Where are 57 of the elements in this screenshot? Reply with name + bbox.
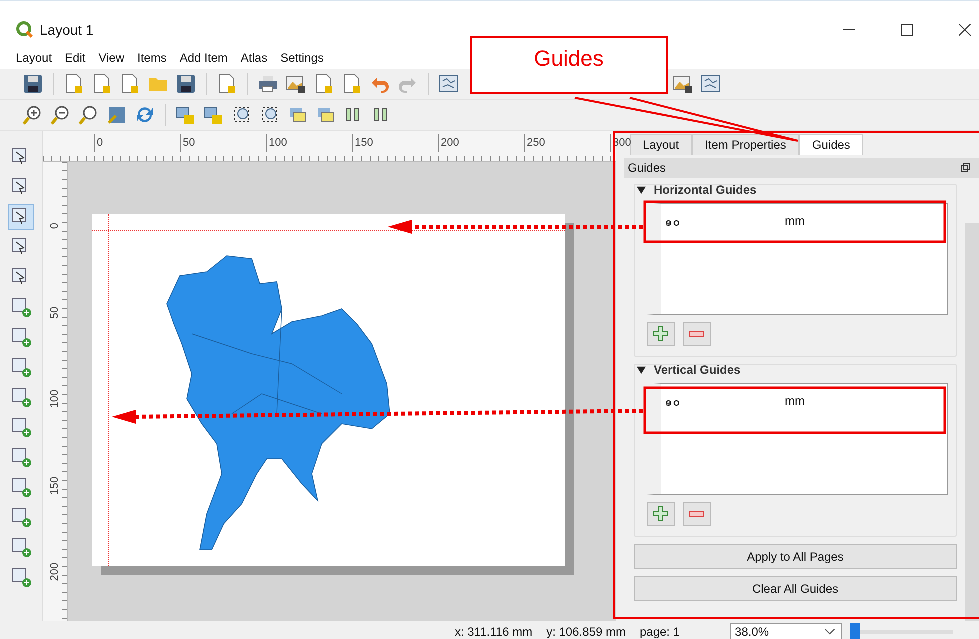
chevron-down-icon bbox=[825, 628, 836, 634]
panel-tab[interactable]: Item Properties bbox=[692, 134, 800, 155]
guide-position[interactable]: ๑๐ bbox=[665, 212, 785, 230]
guide-position[interactable]: ๑๐ bbox=[665, 392, 785, 410]
add-guide-button[interactable] bbox=[647, 322, 675, 346]
page-number: page: 1 bbox=[640, 624, 680, 638]
ruler-label: 150 bbox=[352, 134, 374, 152]
ruler-label: 50 bbox=[180, 134, 196, 152]
zoom-slider[interactable] bbox=[850, 622, 954, 639]
ruler-label: 200 bbox=[49, 562, 61, 584]
zoom-combo[interactable]: 38.0% bbox=[730, 623, 842, 639]
map-icon[interactable] bbox=[438, 73, 460, 95]
group-title: Vertical Guides bbox=[654, 363, 741, 377]
ruler-label: 0 bbox=[49, 222, 61, 232]
caret-icon[interactable] bbox=[637, 186, 646, 194]
menu-item[interactable]: View bbox=[98, 51, 125, 65]
panel-title: Guides bbox=[628, 161, 666, 175]
menu-item[interactable]: Layout bbox=[16, 51, 52, 65]
guide-unit[interactable]: mm bbox=[785, 214, 845, 228]
panel-tab[interactable]: Guides bbox=[799, 134, 864, 155]
window-title: Layout 1 bbox=[40, 22, 94, 38]
ruler-label: 100 bbox=[49, 388, 61, 410]
group-title: Horizontal Guides bbox=[654, 183, 757, 197]
float-icon[interactable] bbox=[961, 163, 971, 173]
scrollbar[interactable] bbox=[965, 223, 979, 621]
expand-icon[interactable] bbox=[106, 104, 128, 126]
plus-icon bbox=[653, 506, 669, 522]
printer-icon[interactable] bbox=[257, 73, 279, 95]
ruler-label: 0 bbox=[94, 134, 104, 152]
ruler-label: 200 bbox=[438, 134, 460, 152]
ruler-label: 250 bbox=[524, 134, 546, 152]
remove-guide-button[interactable] bbox=[683, 502, 711, 526]
map-icon[interactable] bbox=[700, 73, 722, 95]
caret-icon[interactable] bbox=[637, 366, 646, 374]
remove-guide-button[interactable] bbox=[683, 322, 711, 346]
pointer-icon[interactable] bbox=[9, 205, 33, 229]
ruler-label: 50 bbox=[49, 305, 61, 321]
close-icon[interactable] bbox=[959, 24, 971, 36]
cursor-x-coordinate: x: 311.116 mm bbox=[455, 624, 533, 638]
callout-label: Guides bbox=[470, 36, 668, 94]
ruler-label: 100 bbox=[266, 134, 288, 152]
panel-tab[interactable]: Layout bbox=[630, 134, 692, 155]
menu-item[interactable]: Settings bbox=[280, 51, 324, 65]
ruler-label: 150 bbox=[49, 475, 61, 497]
cursor-y-coordinate: y: 106.859 mm bbox=[546, 624, 626, 638]
menu-item[interactable]: Atlas bbox=[240, 51, 268, 65]
guide-unit[interactable]: mm bbox=[785, 394, 845, 408]
menu-item[interactable]: Edit bbox=[65, 51, 86, 65]
menu-item[interactable]: Items bbox=[138, 51, 167, 65]
slider-thumb[interactable] bbox=[850, 622, 860, 639]
panel-button[interactable]: Apply to All Pages bbox=[634, 544, 957, 569]
menu-item[interactable]: Add Item bbox=[180, 51, 228, 65]
add-guide-button[interactable] bbox=[647, 502, 675, 526]
app-logo-icon bbox=[16, 21, 34, 39]
maximize-icon[interactable] bbox=[901, 24, 913, 36]
panel-button[interactable]: Clear All Guides bbox=[634, 576, 957, 601]
plus-icon bbox=[653, 326, 669, 342]
